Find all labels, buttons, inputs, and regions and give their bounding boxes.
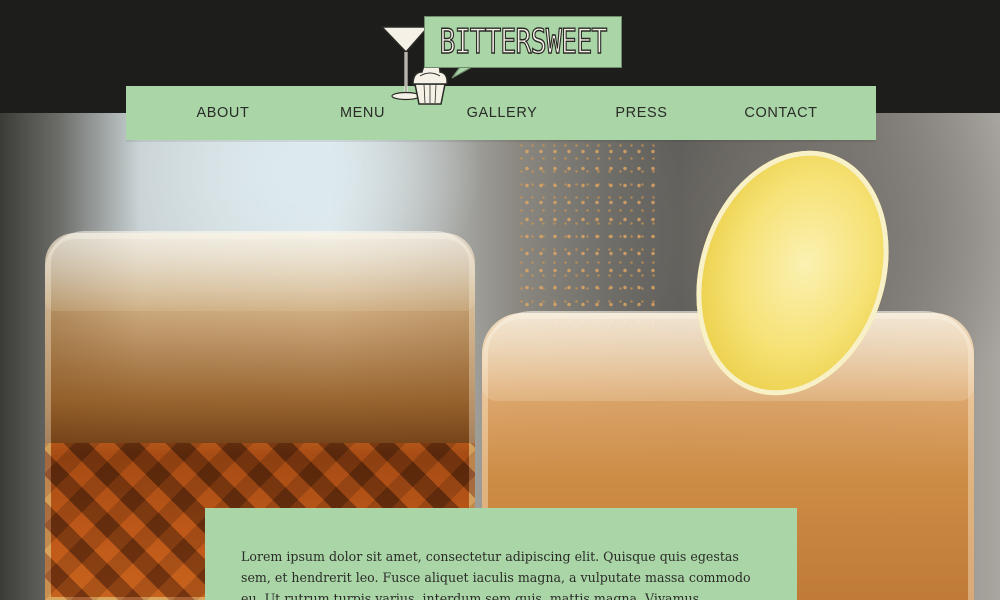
nav-item-contact[interactable]: CONTACT [731,105,831,121]
nav-item-about[interactable]: ABOUT [173,105,273,121]
site-logo[interactable]: BITTERSWEET [380,12,625,107]
nav-item-press[interactable]: PRESS [592,105,692,121]
left-glass-rim [45,231,475,311]
sparkle-particles [520,143,660,333]
brand-name: BITTERSWEET [439,21,608,62]
logo-speech-bubble: BITTERSWEET [424,16,622,68]
intro-card: Lorem ipsum dolor sit amet, consectetur … [205,508,797,600]
nav-item-gallery[interactable]: GALLERY [452,105,552,121]
intro-paragraph: Lorem ipsum dolor sit amet, consectetur … [241,549,751,600]
nav-item-menu[interactable]: MENU [313,105,413,121]
